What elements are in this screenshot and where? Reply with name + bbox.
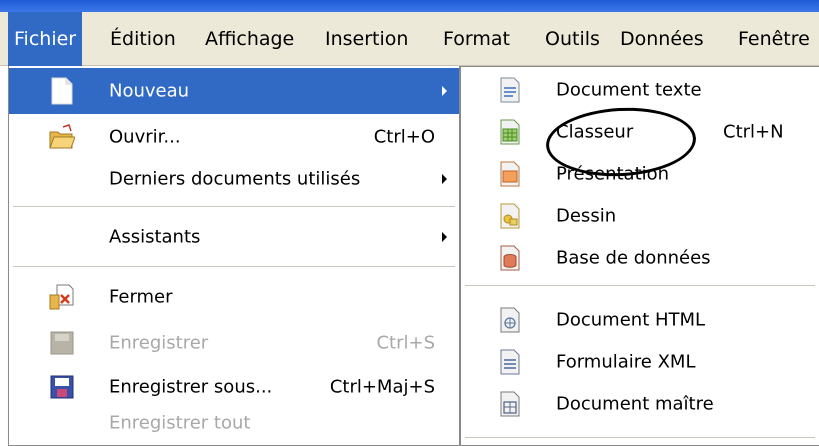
submenu-item-label: Document HTML (556, 309, 706, 331)
close-document-icon (49, 284, 74, 310)
menu-edition[interactable]: Édition (110, 12, 176, 66)
menu-item-label: Enregistrer (109, 332, 209, 354)
menu-item-enregistrer-tout[interactable]: Enregistrer tout (9, 400, 459, 446)
submenu-item-label: Formulaire XML (556, 351, 696, 373)
menu-separator (465, 285, 815, 286)
menu-separator (13, 206, 455, 207)
shortcut-label: Ctrl+N (723, 121, 784, 143)
screenshot: Fichier Édition Affichage Insertion Form… (0, 0, 819, 446)
menu-item-label: Ouvrir... (109, 126, 181, 148)
submenu-item-label: Base de données (556, 247, 711, 269)
save-as-icon (50, 375, 74, 399)
menu-donnees[interactable]: Données (620, 12, 704, 66)
fichier-menu: Nouveau Ouvrir... Ctrl+O Derniers docume… (8, 66, 460, 446)
menu-item-derniers-documents[interactable]: Derniers documents utilisés (9, 156, 459, 202)
submenu-arrow-icon (442, 86, 447, 96)
menu-separator (465, 437, 815, 438)
submenu-item-document-html[interactable]: Document HTML (461, 299, 819, 341)
menu-item-fermer[interactable]: Fermer (9, 274, 459, 320)
menu-item-label: Fermer (109, 286, 173, 308)
xml-form-icon (500, 349, 520, 375)
menu-fenetre[interactable]: Fenêtre (738, 12, 810, 66)
menu-item-enregistrer[interactable]: Enregistrer Ctrl+S (9, 320, 459, 366)
save-icon (50, 331, 74, 355)
menu-item-nouveau[interactable]: Nouveau (9, 68, 459, 114)
database-icon (500, 245, 520, 271)
submenu-item-label: Dessin (556, 205, 617, 227)
menu-item-label: Enregistrer tout (109, 412, 251, 434)
submenu-item-document-maitre[interactable]: Document maître (461, 383, 819, 425)
submenu-item-dessin[interactable]: Dessin (461, 195, 819, 237)
presentation-icon (500, 161, 520, 187)
submenu-arrow-icon (442, 174, 447, 184)
menu-bar: Fichier Édition Affichage Insertion Form… (0, 12, 819, 66)
menu-item-label: Nouveau (109, 80, 190, 102)
drawing-icon (500, 203, 520, 229)
menu-item-ouvrir[interactable]: Ouvrir... Ctrl+O (9, 114, 459, 160)
menu-outils[interactable]: Outils (545, 12, 600, 66)
shortcut-label: Ctrl+S (376, 332, 435, 354)
master-document-icon (500, 391, 520, 417)
html-document-icon (500, 307, 520, 333)
shortcut-label: Ctrl+O (373, 126, 435, 148)
menu-item-label: Enregistrer sous... (109, 376, 273, 398)
menu-item-label: Derniers documents utilisés (109, 168, 361, 190)
menu-separator (13, 266, 455, 267)
menu-format[interactable]: Format (443, 12, 510, 66)
submenu-item-document-texte[interactable]: Document texte (461, 69, 819, 111)
menu-fichier[interactable]: Fichier (8, 12, 83, 66)
menu-affichage[interactable]: Affichage (205, 12, 294, 66)
open-folder-icon (49, 124, 75, 149)
submenu-arrow-icon (442, 232, 447, 242)
submenu-item-base-de-donnees[interactable]: Base de données (461, 237, 819, 279)
new-document-icon (51, 77, 73, 105)
submenu-item-formulaire-xml[interactable]: Formulaire XML (461, 341, 819, 383)
title-bar (0, 0, 819, 12)
submenu-item-label: Document texte (556, 79, 702, 101)
shortcut-label: Ctrl+Maj+S (329, 376, 435, 398)
spreadsheet-icon (500, 119, 520, 145)
menu-insertion[interactable]: Insertion (325, 12, 408, 66)
menu-item-assistants[interactable]: Assistants (9, 214, 459, 260)
text-document-icon (500, 77, 520, 103)
submenu-item-label: Document maître (556, 393, 714, 415)
menu-item-label: Assistants (109, 226, 201, 248)
